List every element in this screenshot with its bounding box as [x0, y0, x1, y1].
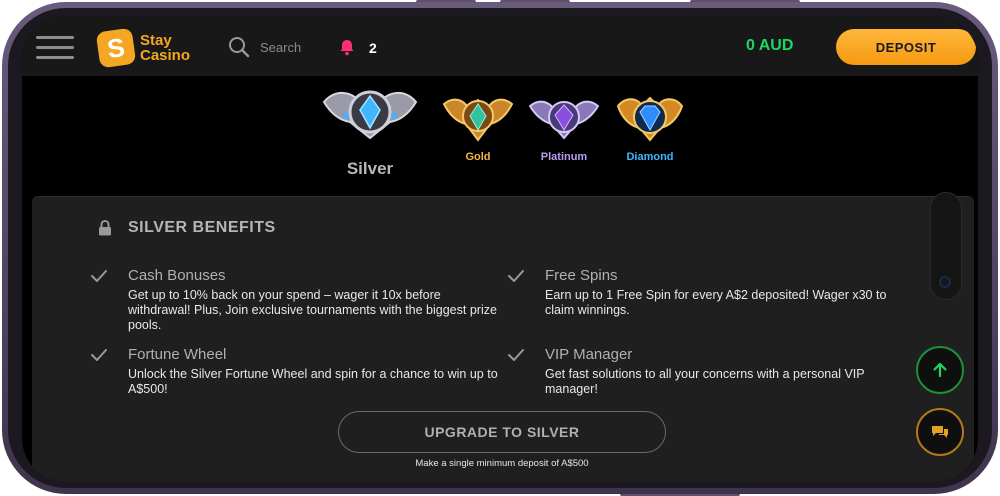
platinum-badge-icon — [528, 100, 600, 140]
benefit-description: Unlock the Silver Fortune Wheel and spin… — [128, 367, 498, 396]
check-icon — [91, 270, 107, 282]
benefit-item: Free Spins Earn up to 1 Free Spin for ev… — [508, 267, 915, 318]
chat-icon — [932, 426, 948, 438]
benefit-title: Free Spins — [545, 267, 618, 284]
search-button[interactable]: Search — [228, 36, 301, 58]
silver-badge-icon — [322, 90, 418, 140]
scroll-to-top-button[interactable] — [916, 346, 964, 394]
check-icon — [91, 349, 107, 361]
notification-count: 2 — [369, 40, 377, 56]
benefit-title: VIP Manager — [545, 346, 633, 363]
tier-label: Gold — [465, 151, 491, 163]
benefit-title: Cash Bonuses — [128, 267, 226, 284]
benefit-item: VIP Manager Get fast solutions to all yo… — [508, 346, 915, 397]
gold-badge-icon — [442, 98, 514, 142]
top-header: S Stay Casino Search 2 0 AUD DEPOSIT — [22, 16, 978, 76]
arrow-up-icon — [933, 362, 947, 378]
brand-line-1: Stay — [140, 32, 172, 49]
search-label: Search — [260, 39, 302, 55]
camera-icon — [939, 276, 951, 288]
benefits-panel: SILVER BENEFITS Cash Bonuses Get up to 1… — [32, 196, 974, 482]
menu-icon[interactable] — [36, 36, 74, 60]
chat-button[interactable] — [916, 408, 964, 456]
tier-gold[interactable]: Gold — [440, 88, 516, 163]
upgrade-note: Make a single minimum deposit of A$500 — [415, 458, 589, 469]
search-icon — [229, 37, 250, 58]
panel-header: SILVER BENEFITS — [98, 219, 276, 237]
deposit-button[interactable]: DEPOSIT — [836, 29, 976, 65]
benefit-title: Fortune Wheel — [128, 346, 227, 363]
tier-platinum[interactable]: Platinum — [526, 88, 602, 163]
panel-title: SILVER BENEFITS — [128, 219, 276, 236]
tier-label: Silver — [346, 159, 394, 178]
tier-diamond[interactable]: Diamond — [612, 88, 688, 163]
benefit-item: Cash Bonuses Get up to 10% back on your … — [91, 267, 498, 333]
notifications-button[interactable] — [338, 38, 356, 61]
lock-icon — [99, 220, 111, 236]
logo-mark: S — [95, 27, 137, 69]
benefit-description: Earn up to 1 Free Spin for every A$2 dep… — [545, 288, 887, 317]
upgrade-button[interactable]: UPGRADE TO SILVER — [338, 411, 666, 453]
brand-logo[interactable]: S Stay Casino — [95, 27, 190, 69]
check-icon — [508, 270, 524, 282]
screen: S Stay Casino Search 2 0 AUD DEPOSIT Sil… — [22, 16, 978, 482]
check-icon — [508, 349, 524, 361]
tier-label: Platinum — [540, 151, 588, 163]
bell-icon — [340, 40, 354, 56]
tier-label: Diamond — [626, 151, 674, 163]
balance-display[interactable]: 0 AUD — [746, 37, 793, 55]
diamond-badge-icon — [616, 96, 684, 142]
benefit-description: Get up to 10% back on your spend – wager… — [128, 288, 497, 332]
benefit-description: Get fast solutions to all your concerns … — [545, 367, 865, 396]
brand-line-2: Casino — [140, 47, 191, 64]
logo-text: Stay Casino — [140, 33, 190, 63]
benefit-item: Fortune Wheel Unlock the Silver Fortune … — [91, 346, 498, 397]
tier-silver[interactable]: Silver — [316, 82, 424, 179]
